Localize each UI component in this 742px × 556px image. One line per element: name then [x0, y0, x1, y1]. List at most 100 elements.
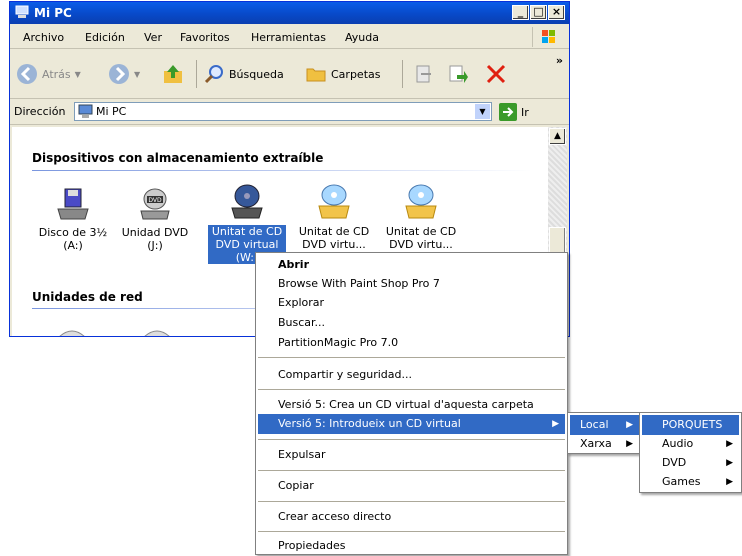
menu-item-abrir[interactable]: Abrir — [258, 255, 565, 275]
submenu-item-games[interactable]: Games ▶ — [642, 472, 739, 492]
menu-item-copiar[interactable]: Copiar — [258, 476, 565, 496]
delete-x-icon — [486, 64, 506, 84]
menu-item-partitionmagic[interactable]: PartitionMagic Pro 7.0 — [258, 333, 565, 353]
menu-item-buscar[interactable]: Buscar... — [258, 313, 565, 333]
submenu-arrow-icon: ▶ — [726, 477, 733, 487]
device-label: DVD virtu... — [389, 238, 453, 251]
menu-item-introducir-cd-virtual[interactable]: Versió 5: Introdueix un CD virtual ▶ — [258, 414, 565, 434]
move-to-icon — [416, 65, 431, 83]
menu-item-propiedades[interactable]: Propiedades — [258, 536, 565, 556]
back-button[interactable]: Atrás ▼ — [16, 63, 81, 85]
forward-button[interactable]: ▼ — [108, 63, 140, 85]
menu-favoritos[interactable]: Favoritos — [180, 31, 230, 44]
device-label: DVD virtual — [208, 238, 286, 251]
virtual-cd-drive-icon — [318, 184, 350, 219]
copy-to-button[interactable] — [447, 63, 469, 85]
submenu-virtual-cds: PORQUETS Audio ▶ DVD ▶ Games ▶ — [639, 412, 742, 493]
virtual-cd-drive-icon — [405, 184, 437, 219]
submenu-item-local[interactable]: Local ▶ — [570, 415, 639, 435]
up-folder-button[interactable] — [162, 63, 184, 85]
window-title: Mi PC — [34, 6, 72, 20]
my-computer-icon — [78, 104, 93, 118]
network-drive-icon — [144, 330, 170, 336]
folders-button[interactable]: Carpetas — [305, 63, 380, 85]
device-virtual-cd-3[interactable]: Unitat de CD DVD virtu... — [382, 182, 460, 251]
search-button[interactable]: Búsqueda — [203, 63, 284, 85]
chevron-down-icon: ▼ — [74, 69, 81, 79]
address-value: Mi PC — [96, 105, 127, 118]
up-folder-icon — [164, 65, 182, 83]
dvd-drive-icon: DVD — [140, 188, 170, 220]
device-label: Disco de 3½ — [38, 226, 108, 239]
virtual-cd-drive-icon — [231, 184, 263, 219]
go-arrow-icon — [499, 103, 517, 121]
menu-item-label: Xarxa — [580, 437, 612, 450]
device-label: (J:) — [147, 239, 163, 252]
section-removable-storage: Dispositivos con almacenamiento extraíbl… — [32, 151, 324, 165]
submenu-item-xarxa[interactable]: Xarxa ▶ — [570, 434, 639, 454]
menu-ayuda[interactable]: Ayuda — [345, 31, 379, 44]
close-button[interactable]: × — [548, 5, 565, 20]
section-network-drives: Unidades de red — [32, 290, 143, 304]
my-computer-icon — [15, 5, 29, 18]
folders-label: Carpetas — [331, 67, 381, 81]
submenu-arrow-icon: ▶ — [726, 439, 733, 449]
back-arrow-icon — [17, 64, 37, 84]
menu-item-label: Games — [662, 475, 701, 488]
menu-edicion[interactable]: Edición — [85, 31, 125, 44]
menu-item-label: DVD — [662, 456, 687, 469]
search-icon — [204, 65, 223, 84]
device-virtual-cd-2[interactable]: Unitat de CD DVD virtu... — [295, 182, 373, 251]
device-label: Unitat de CD — [298, 225, 370, 238]
submenu-item-dvd[interactable]: DVD ▶ — [642, 453, 739, 473]
windows-flag-icon — [532, 27, 565, 47]
search-label: Búsqueda — [229, 67, 284, 81]
toolbar-overflow-icon[interactable]: » — [556, 54, 563, 67]
move-to-button[interactable] — [413, 63, 435, 85]
back-label: Atrás — [42, 67, 71, 81]
menu-archivo[interactable]: Archivo — [23, 31, 64, 44]
menu-item-label: Audio — [662, 437, 694, 450]
menu-item-explorar[interactable]: Explorar — [258, 293, 565, 313]
menu-item-crear-cd-virtual[interactable]: Versió 5: Crea un CD virtual d'aquesta c… — [258, 395, 565, 415]
submenu-item-audio[interactable]: Audio ▶ — [642, 434, 739, 454]
go-button[interactable]: Ir — [499, 103, 529, 121]
submenu-item-porquets[interactable]: PORQUETS — [642, 415, 739, 435]
submenu-location: Local ▶ Xarxa ▶ — [567, 412, 642, 454]
address-label: Dirección — [14, 105, 66, 118]
delete-button[interactable] — [485, 63, 507, 85]
menu-item-expulsar[interactable]: Expulsar — [258, 445, 565, 465]
submenu-arrow-icon: ▶ — [626, 439, 633, 449]
menu-item-paintshop[interactable]: Browse With Paint Shop Pro 7 — [258, 274, 565, 294]
context-menu: Abrir Browse With Paint Shop Pro 7 Explo… — [255, 252, 568, 555]
menu-herramientas[interactable]: Herramientas — [251, 31, 326, 44]
toolbar: Atrás ▼ ▼ Búsqueda Carpetas » — [10, 50, 569, 99]
menu-item-crear-acceso-directo[interactable]: Crear acceso directo — [258, 507, 565, 527]
device-dvd-j[interactable]: DVD Unidad DVD (J:) — [116, 187, 194, 252]
minimize-button[interactable]: _ — [512, 5, 529, 20]
copy-to-icon — [449, 65, 468, 83]
address-input[interactable]: Mi PC ▼ — [74, 102, 492, 121]
submenu-arrow-icon: ▶ — [626, 420, 633, 430]
menu-ver[interactable]: Ver — [144, 31, 162, 44]
address-dropdown-button[interactable]: ▼ — [475, 104, 490, 119]
device-label: Unitat de CD — [208, 225, 286, 238]
chevron-down-icon: ▼ — [134, 69, 141, 79]
device-label: (A:) — [63, 239, 83, 252]
forward-arrow-icon — [109, 64, 129, 84]
device-floppy-a[interactable]: Disco de 3½ (A:) — [34, 187, 112, 252]
submenu-arrow-icon: ▶ — [726, 458, 733, 468]
menu-item-label: Versió 5: Introdueix un CD virtual — [278, 417, 461, 430]
maximize-button[interactable]: □ — [530, 5, 547, 20]
title-bar[interactable]: Mi PC _ □ × — [10, 2, 569, 24]
menu-bar: Archivo Edición Ver Favoritos Herramient… — [10, 26, 569, 49]
menu-item-compartir[interactable]: Compartir y seguridad... — [258, 365, 565, 385]
network-drive-icon — [59, 330, 85, 336]
scroll-up-arrow-icon[interactable]: ▲ — [549, 128, 566, 145]
device-label: DVD virtu... — [302, 238, 366, 251]
folder-icon — [306, 68, 326, 82]
go-label: Ir — [521, 105, 529, 119]
address-bar: Dirección Mi PC ▼ Ir — [10, 100, 569, 125]
submenu-arrow-icon: ▶ — [552, 419, 559, 429]
device-label: Unidad DVD — [121, 226, 189, 239]
